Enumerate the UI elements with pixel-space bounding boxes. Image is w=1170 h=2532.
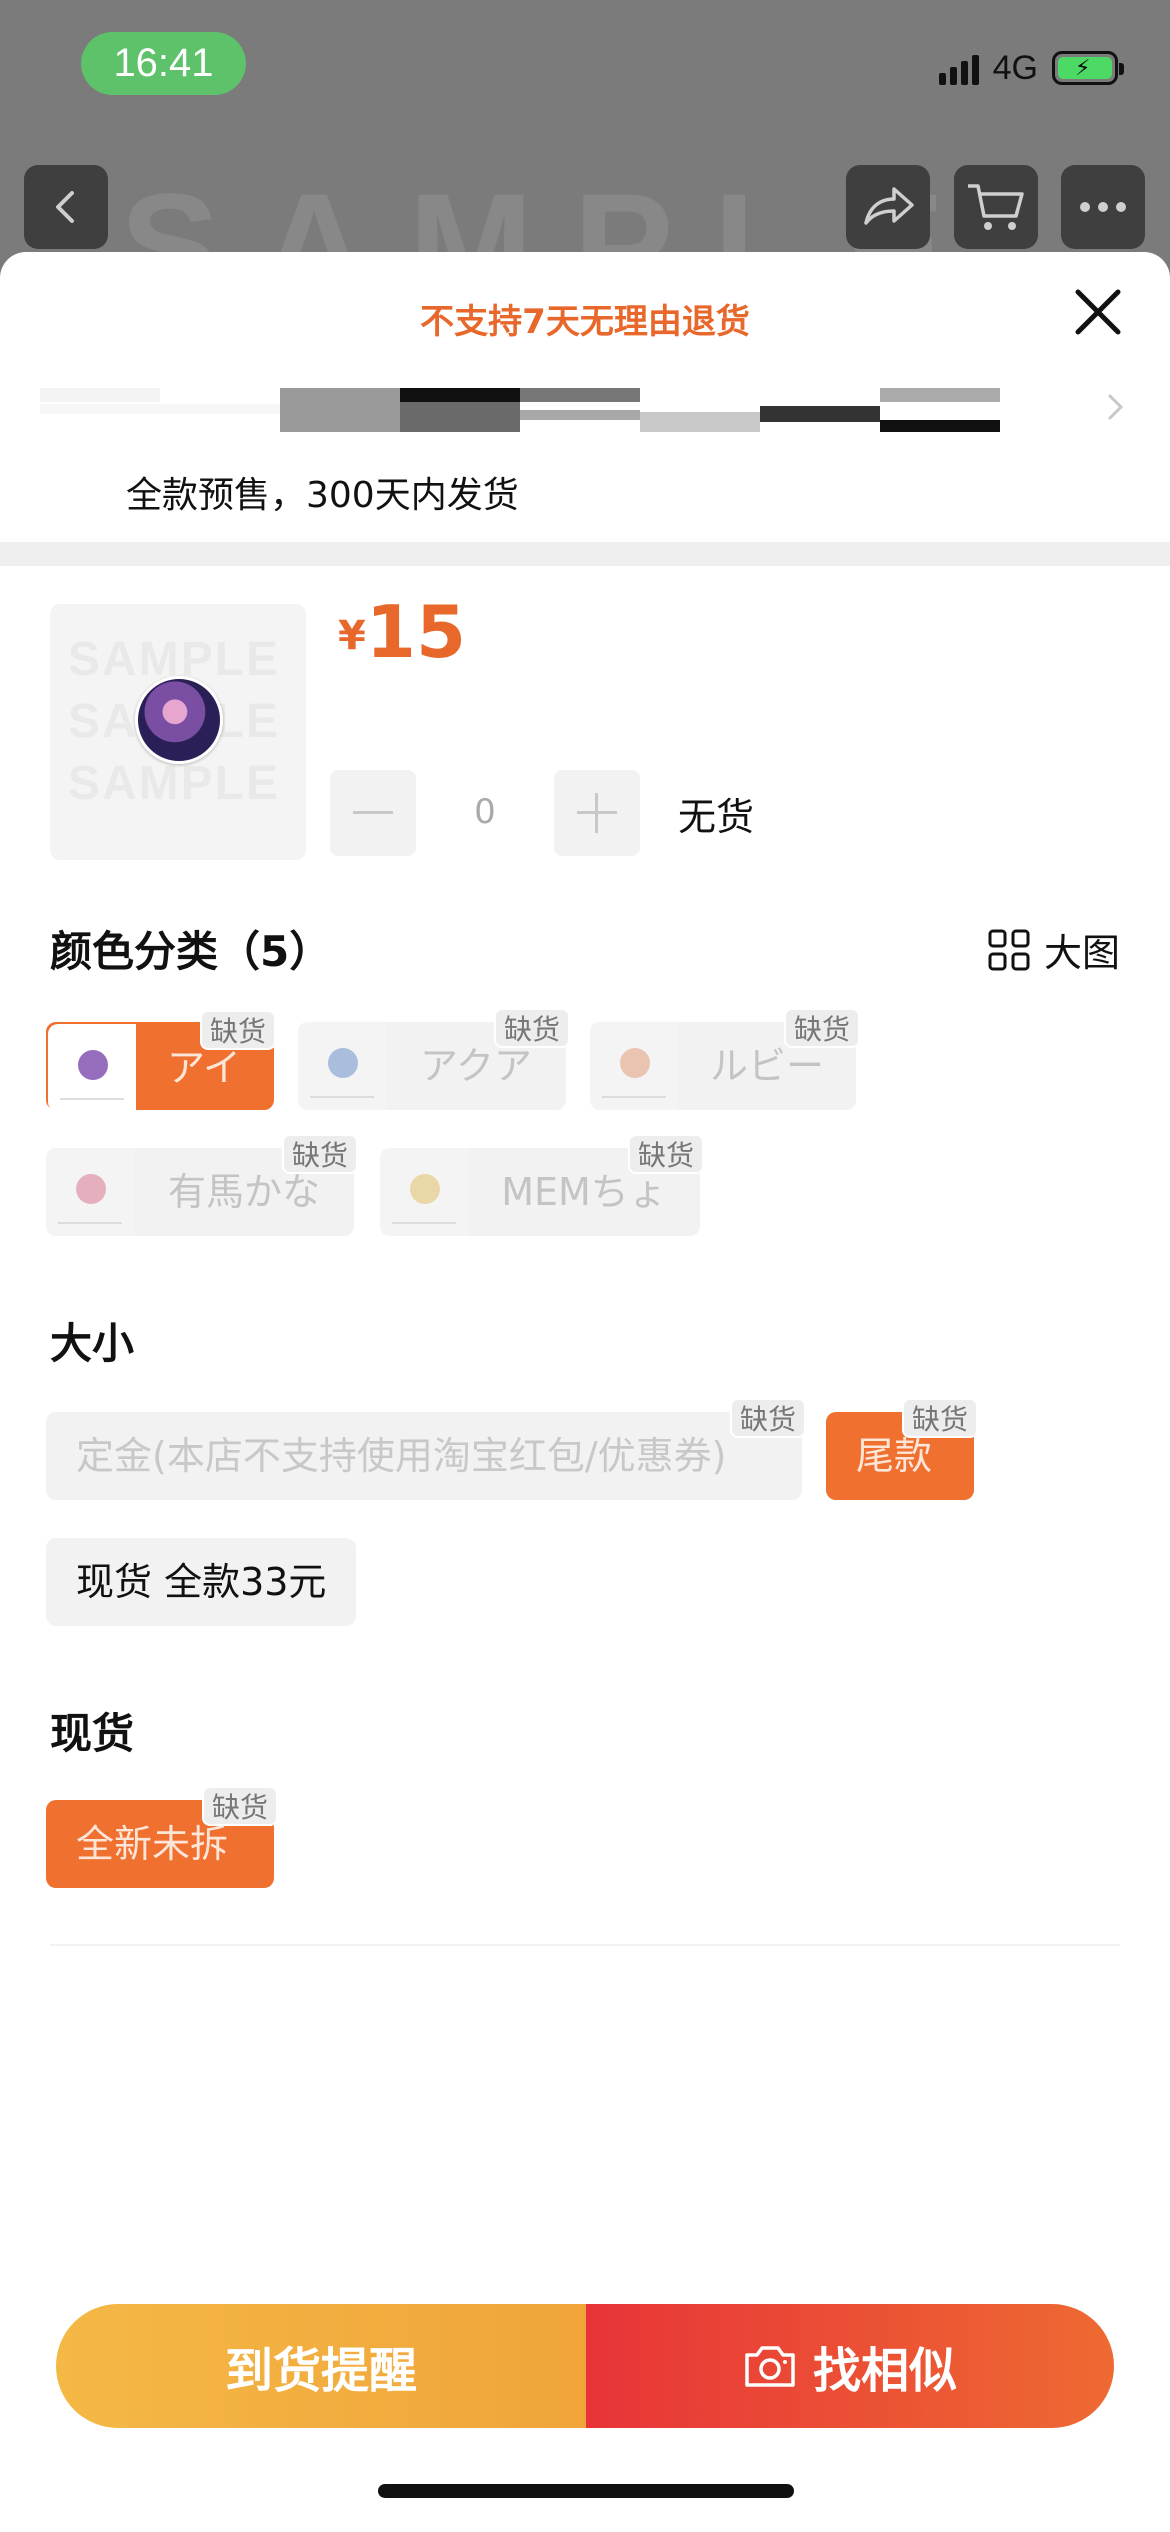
- color-option-ai[interactable]: アイ 缺货: [46, 1010, 276, 1112]
- option-label: 定金(本店不支持使用淘宝红包/优惠券): [76, 1434, 727, 1478]
- battery-icon: ⚡: [1052, 51, 1124, 85]
- share-icon: [864, 187, 914, 225]
- out-of-stock-tag: 缺货: [281, 1134, 358, 1174]
- back-button[interactable]: [24, 165, 108, 249]
- quantity-increase-button[interactable]: [554, 770, 640, 856]
- cart-button[interactable]: [954, 165, 1038, 249]
- color-option-memcho[interactable]: MEMちょ 缺货: [380, 1134, 704, 1236]
- option-label: 尾款: [856, 1434, 933, 1478]
- option-thumbnail: [46, 1148, 134, 1236]
- option-thumbnail: [590, 1022, 678, 1110]
- out-of-stock-tag: 缺货: [199, 1010, 276, 1050]
- out-of-stock-tag: 缺货: [627, 1134, 704, 1174]
- minus-icon: [353, 811, 393, 814]
- plus-icon: [577, 793, 617, 833]
- cart-icon: [968, 184, 1024, 230]
- grid-icon: [988, 929, 1030, 970]
- color-option-ruby[interactable]: ルビー 缺货: [590, 1008, 860, 1110]
- status-time: 16:41: [81, 32, 246, 95]
- size-option-balance[interactable]: 尾款 缺货: [826, 1398, 978, 1500]
- chevron-right-icon[interactable]: [1100, 392, 1130, 422]
- home-indicator[interactable]: [378, 2484, 794, 2498]
- currency-symbol: ¥: [338, 613, 366, 659]
- out-of-stock-tag: 缺货: [201, 1786, 278, 1826]
- option-thumbnail: [298, 1022, 386, 1110]
- big-view-toggle[interactable]: 大图: [988, 922, 1120, 977]
- size-section-title: 大小: [50, 1319, 135, 1368]
- chevron-left-icon: [56, 191, 74, 223]
- option-thumbnail: [48, 1024, 136, 1112]
- thumb-watermark: SAMPLE: [68, 756, 280, 811]
- background-page: SAMPLE 16:41 4G ⚡: [0, 0, 1170, 260]
- close-button[interactable]: [1070, 284, 1126, 340]
- network-type: 4G: [992, 48, 1038, 87]
- quantity-value: 0: [474, 792, 496, 832]
- camera-icon: [745, 2346, 795, 2387]
- option-label: 现货 全款33元: [76, 1560, 327, 1604]
- out-of-stock-tag: 缺货: [901, 1398, 978, 1438]
- product-badge-image: [135, 676, 223, 764]
- content-divider: [50, 1944, 1120, 1946]
- share-button[interactable]: [846, 165, 930, 249]
- redacted-info-strip: [40, 388, 1000, 432]
- signal-icon: [938, 51, 979, 85]
- notify-label: 到货提醒: [224, 2343, 417, 2399]
- stock-option-new[interactable]: 全新未拆 缺货: [46, 1786, 278, 1888]
- price: ¥15: [338, 590, 466, 674]
- color-section-title: 颜色分类（5）: [50, 927, 332, 976]
- stock-status: 无货: [678, 795, 755, 839]
- quantity-decrease-button[interactable]: [330, 770, 416, 856]
- find-similar-label: 找相似: [812, 2343, 957, 2399]
- sku-sheet: 不支持7天无理由退货 全款预售，300天内发货 SAMPLE SAMPLE SA…: [0, 252, 1170, 2532]
- out-of-stock-tag: 缺货: [493, 1008, 570, 1048]
- presale-note: 全款预售，300天内发货: [126, 475, 519, 516]
- out-of-stock-tag: 缺货: [783, 1008, 860, 1048]
- close-icon: [1075, 289, 1121, 335]
- color-option-aqua[interactable]: アクア 缺货: [298, 1008, 570, 1110]
- action-bar: 到货提醒 找相似: [56, 2304, 1114, 2428]
- size-option-in-stock-full[interactable]: 现货 全款33元: [46, 1538, 357, 1626]
- status-indicators: 4G ⚡: [938, 48, 1124, 88]
- return-policy-notice: 不支持7天无理由退货: [420, 302, 750, 342]
- stock-section-title: 现货: [50, 1709, 135, 1758]
- section-divider: [0, 542, 1170, 566]
- option-label: 全新未拆: [76, 1822, 229, 1866]
- notify-on-arrival-button[interactable]: 到货提醒: [56, 2304, 586, 2428]
- out-of-stock-tag: 缺货: [729, 1398, 806, 1438]
- more-icon: [1080, 202, 1126, 212]
- big-view-label: 大图: [1043, 931, 1120, 975]
- color-option-kana[interactable]: 有馬かな 缺货: [46, 1134, 358, 1236]
- option-thumbnail: [380, 1148, 468, 1236]
- more-button[interactable]: [1061, 165, 1145, 249]
- size-option-deposit[interactable]: 定金(本店不支持使用淘宝红包/优惠券) 缺货: [46, 1398, 806, 1500]
- find-similar-button[interactable]: 找相似: [586, 2304, 1114, 2428]
- product-thumbnail[interactable]: SAMPLE SAMPLE SAMPLE: [50, 604, 306, 860]
- price-value: 15: [365, 590, 467, 674]
